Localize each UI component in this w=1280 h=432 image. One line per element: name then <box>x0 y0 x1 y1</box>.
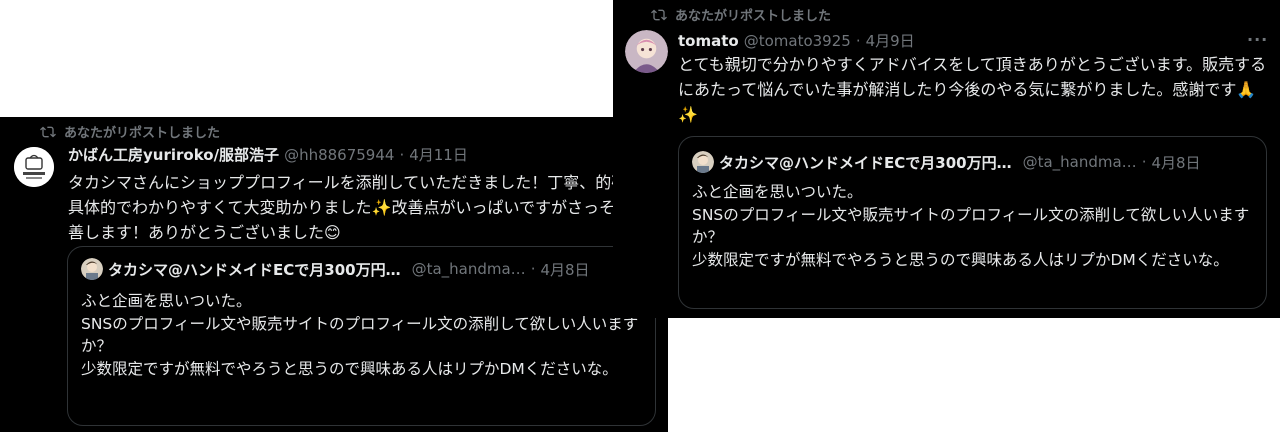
repost-icon <box>651 7 667 23</box>
sparkle-emoji: ✨ <box>371 198 392 217</box>
more-icon[interactable]: ··· <box>1247 30 1268 49</box>
separator-dot: · <box>399 145 405 164</box>
sparkle-emoji: ✨ <box>678 105 698 124</box>
quote-text: ふと企画を思いついた。 SNSのプロフィール文や販売サイトのプロフィール文の添削… <box>81 292 639 378</box>
quote-author-name[interactable]: タカシマ@ハンドメイドECで月300万円… <box>108 259 401 280</box>
quote-separator-dot: · <box>1141 153 1147 171</box>
repost-indicator: あなたがリポストしました <box>651 5 831 24</box>
quote-avatar <box>692 151 714 173</box>
post-date[interactable]: 4月11日 <box>409 144 468 165</box>
quote-date[interactable]: 4月8日 <box>540 259 589 280</box>
repost-indicator: あなたがリポストしました <box>40 122 220 141</box>
tweet-text: とても親切で分かりやすくアドバイスをして頂きありがとうございます。販売するにあた… <box>678 52 1268 127</box>
tweet-header: かばん工房yuriroko/服部浩子 @hh88675944 · 4月11日 <box>68 144 468 165</box>
tweet-text: タカシマさんにショッププロフィールを添削していただきました！丁寧、的確、具体的で… <box>68 170 653 245</box>
repost-icon <box>40 124 56 140</box>
author-name[interactable]: かばん工房yuriroko/服部浩子 <box>68 144 279 165</box>
quote-text: ふと企画を思いついた。 SNSのプロフィール文や販売サイトのプロフィール文の添削… <box>692 183 1250 269</box>
pray-emoji: 🙏 <box>1236 80 1257 99</box>
avatar[interactable] <box>14 147 54 187</box>
tweet-header: tomato @tomato3925 · 4月9日 <box>678 30 915 51</box>
quote-avatar <box>81 258 103 280</box>
smile-emoji: 😊 <box>324 223 341 242</box>
repost-label: あなたがリポストしました <box>64 126 221 141</box>
tweet-text-main: とても親切で分かりやすくアドバイスをして頂きありがとうございます。販売するにあた… <box>678 55 1267 99</box>
quoted-tweet[interactable]: タカシマ@ハンドメイドECで月300万円… @ta_handma… · 4月8日… <box>678 136 1267 309</box>
author-handle[interactable]: @hh88675944 <box>284 146 394 164</box>
quote-separator-dot: · <box>530 260 536 278</box>
repost-label: あなたがリポストしました <box>675 9 832 24</box>
quote-author-handle[interactable]: @ta_handma… <box>1023 153 1137 171</box>
post-date[interactable]: 4月9日 <box>866 30 915 51</box>
quote-header: タカシマ@ハンドメイドECで月300万円… @ta_handma… · 4月8日 <box>692 151 1201 173</box>
quoted-tweet[interactable]: タカシマ@ハンドメイドECで月300万円… @ta_handma… · 4月8日… <box>67 246 656 426</box>
author-handle[interactable]: @tomato3925 <box>744 32 851 50</box>
quote-author-handle[interactable]: @ta_handma… <box>412 260 526 278</box>
tweet-card-right[interactable]: あなたがリポストしました tomato @tomato3925 · 4月9日 ·… <box>613 0 1280 318</box>
author-name[interactable]: tomato <box>678 32 739 50</box>
quote-header: タカシマ@ハンドメイドECで月300万円… @ta_handma… · 4月8日 <box>81 258 590 280</box>
tweet-card-left[interactable]: あなたがリポストしました かばん工房yuriroko/服部浩子 @hh88675… <box>0 117 668 432</box>
separator-dot: · <box>855 31 861 50</box>
avatar[interactable] <box>625 30 668 73</box>
quote-date[interactable]: 4月8日 <box>1151 152 1200 173</box>
quote-author-name[interactable]: タカシマ@ハンドメイドECで月300万円… <box>719 152 1012 173</box>
